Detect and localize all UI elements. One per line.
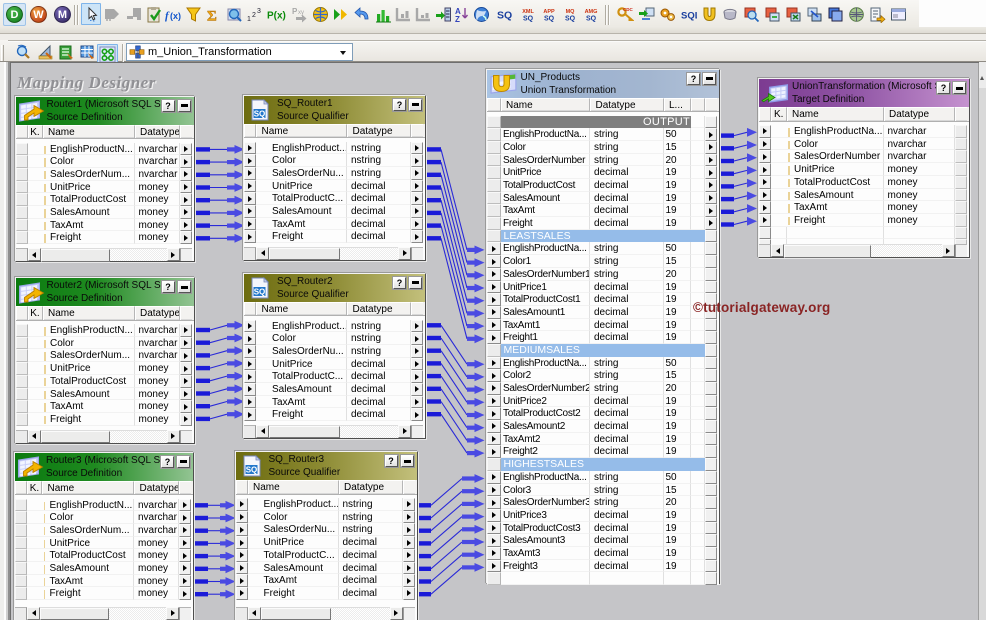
- svg-text:SQ: SQ: [586, 15, 597, 22]
- svg-text:SQ: SQ: [254, 287, 266, 296]
- svg-text:XML: XML: [522, 9, 534, 15]
- svg-text:SQ: SQ: [497, 9, 512, 21]
- svg-text:Σ: Σ: [207, 8, 217, 23]
- svg-text:SQ: SQ: [254, 109, 266, 118]
- svg-text:SQ: SQ: [523, 15, 534, 22]
- svg-text:SQL: SQL: [681, 10, 697, 21]
- svg-text:CDC: CDC: [623, 7, 633, 12]
- svg-text:SQ: SQ: [565, 15, 576, 22]
- svg-text:1: 1: [247, 16, 251, 23]
- svg-text:2: 2: [252, 12, 256, 19]
- svg-text:APP: APP: [543, 9, 555, 15]
- svg-text:3: 3: [257, 8, 261, 15]
- svg-text:SQ: SQ: [544, 15, 555, 22]
- svg-text:SQ: SQ: [245, 466, 257, 475]
- svg-text:Z: Z: [455, 15, 460, 23]
- svg-text:P(x): P(x): [267, 10, 286, 21]
- svg-text:AMG: AMG: [585, 9, 598, 15]
- svg-text:(x): (x): [170, 11, 181, 21]
- svg-text:xy: xy: [298, 10, 304, 16]
- svg-text:MQ: MQ: [566, 9, 576, 15]
